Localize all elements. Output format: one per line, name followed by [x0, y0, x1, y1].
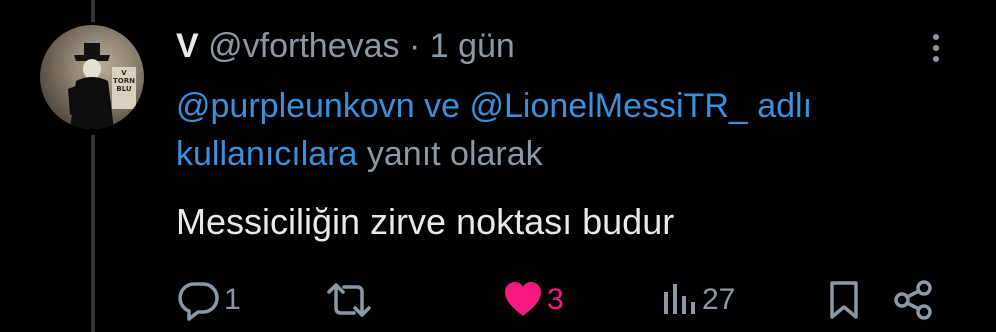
display-name[interactable]: V	[176, 27, 199, 65]
avatar[interactable]: V TORN BLU	[40, 25, 144, 129]
share-button[interactable]	[890, 272, 936, 328]
views-count: 27	[702, 283, 736, 316]
mention-link[interactable]: @purpleunkovn	[176, 87, 415, 125]
like-count: 3	[547, 283, 564, 316]
share-icon	[894, 280, 932, 320]
retweet-icon	[327, 283, 371, 317]
reply-suffix: adlı	[757, 87, 813, 125]
reply-suffix-text: yanıt olarak	[366, 135, 543, 173]
tweet-text: Messiciliğin zirve noktası budur	[176, 201, 675, 242]
user-handle[interactable]: @vforthevas	[208, 27, 399, 65]
timestamp[interactable]: 1 gün	[430, 27, 515, 65]
views-icon	[664, 284, 695, 314]
views-button[interactable]: 27	[660, 272, 735, 328]
thread-line	[91, 135, 95, 332]
thread-line-top	[91, 0, 95, 22]
heart-icon	[505, 282, 541, 316]
reply-users-link[interactable]: kullanıcılara	[176, 135, 357, 173]
reply-context: @purpleunkovn ve @LionelMessiTR_ adlı ku…	[176, 82, 966, 178]
bookmark-button[interactable]	[824, 272, 864, 328]
reply-and: ve	[424, 87, 461, 125]
more-vertical-icon[interactable]	[926, 30, 946, 70]
action-bar: 1 3 27	[176, 272, 956, 328]
retweet-button[interactable]	[324, 272, 376, 328]
reply-count: 1	[224, 283, 241, 316]
mention-link[interactable]: @LionelMessiTR_	[470, 87, 748, 125]
reply-button[interactable]: 1	[176, 272, 241, 328]
reply-icon	[178, 282, 219, 321]
tweet-header: V @vforthevas · 1 gün	[176, 24, 515, 68]
bookmark-icon	[830, 281, 858, 319]
separator-dot: ·	[408, 27, 421, 65]
avatar-figure	[68, 43, 114, 129]
like-button[interactable]: 3	[501, 272, 564, 328]
avatar-poster: V TORN BLU	[112, 67, 136, 109]
